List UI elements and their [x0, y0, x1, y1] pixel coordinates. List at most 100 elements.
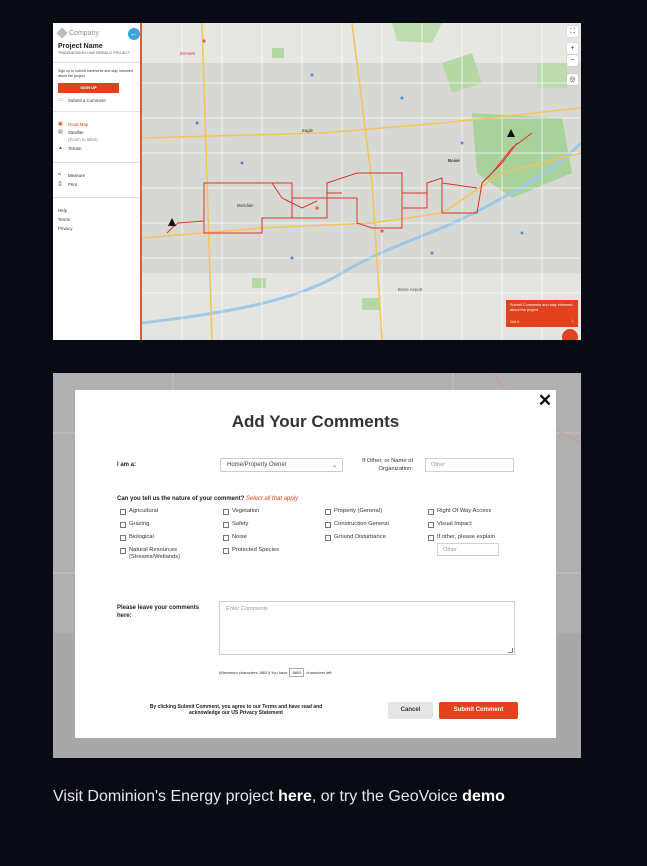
zoom-in-button[interactable]: + [567, 43, 578, 54]
add-comments-modal: ✕ Add Your Comments I am a: Home/Propert… [75, 390, 556, 738]
demo-link[interactable]: demo [462, 788, 505, 805]
cta-button[interactable]: Get It [510, 320, 519, 324]
map-label: Meridian [237, 203, 254, 208]
divider [53, 111, 140, 112]
checkbox[interactable] [223, 548, 229, 554]
checkbox[interactable] [325, 522, 331, 528]
checkbox[interactable] [223, 509, 229, 515]
map-label: Eagle [302, 128, 313, 133]
here-link[interactable]: here [278, 788, 312, 805]
nature-question: Can you tell us the nature of your comme… [117, 496, 298, 502]
checkbox-visual-impact[interactable]: Visual Impact [428, 521, 472, 528]
caption-text: Visit Dominion's Energy project here, or… [53, 788, 505, 806]
other-explain-input[interactable]: Other [437, 543, 499, 556]
checkbox[interactable] [428, 509, 434, 515]
organization-input[interactable]: Other [425, 458, 514, 472]
checkbox[interactable] [325, 509, 331, 515]
zoom-out-button[interactable]: − [567, 55, 578, 66]
i-am-select[interactable]: Home/Property Owner ⌄ [220, 458, 343, 472]
satellite-icon: ▤ [58, 129, 63, 135]
layer-label: Satellite [68, 129, 84, 135]
submit-comment-button[interactable]: Submit Comment [439, 702, 518, 719]
terms-link[interactable]: Terms [58, 217, 70, 222]
locate-icon[interactable]: ◎ [567, 74, 578, 85]
tool-measure[interactable]: ⌗ Measure [58, 172, 85, 178]
character-counter: (Maximum characters: 8800) You have 8800… [219, 668, 333, 677]
signup-prompt: Sign up to submit comments and stay info… [58, 69, 133, 78]
cancel-button[interactable]: Cancel [388, 702, 433, 719]
tool-print[interactable]: ⎙ Print [58, 181, 77, 187]
organization-label: If Other, or Name of Organization: [362, 458, 413, 472]
comment-cta-panel[interactable]: Submit Comments and stay informed about … [506, 300, 578, 327]
nature-question-text: Can you tell us the nature of your comme… [117, 496, 245, 502]
checkbox-right-of-way[interactable]: Right Of Way Access [428, 508, 491, 515]
checkbox-label: Biological [129, 534, 154, 540]
comment-fab-button[interactable] [562, 329, 578, 340]
arrow-left-icon[interactable]: ← [128, 28, 140, 40]
checkbox-construction[interactable]: Construction General [325, 521, 389, 528]
checkbox-label: Natural Resources (Streams/Wetlands) [129, 547, 181, 560]
privacy-link[interactable]: Privacy [58, 226, 72, 231]
layer-label: Road Map [68, 121, 89, 127]
project-subtitle: TRANSMISSION LINE REBUILD PROJECT [58, 51, 131, 55]
help-link[interactable]: Help [58, 208, 67, 213]
i-am-label: I am a: [117, 462, 137, 468]
tool-label: Measure [68, 172, 86, 178]
caption-mid: , or try the GeoVoice [311, 788, 463, 805]
checkbox[interactable] [428, 522, 434, 528]
checkbox-biological[interactable]: Biological [120, 534, 154, 541]
layer-zoom-hint: (Zoom to label) [58, 137, 98, 142]
checkbox[interactable] [428, 535, 434, 541]
checkbox-label: Safety [232, 521, 249, 527]
caption-pre: Visit Dominion's Energy project [53, 788, 279, 805]
comments-textarea[interactable]: Enter Comments [219, 601, 515, 655]
cube-icon [56, 27, 68, 39]
layer-label: (Zoom to label) [68, 137, 98, 142]
checkbox-safety[interactable]: Safety [223, 521, 248, 528]
checkbox-grazing[interactable]: Grazing [120, 521, 149, 528]
checkbox[interactable] [120, 522, 126, 528]
comments-label: Please leave your comments here: [117, 605, 200, 619]
submit-comment-link[interactable]: ▭ Submit a Comment [58, 97, 106, 103]
checkbox-label: Noise [232, 534, 247, 540]
checkbox[interactable] [223, 535, 229, 541]
checkbox-vegetation[interactable]: Vegetation [223, 508, 259, 515]
map-label: Boise Airport [398, 287, 423, 292]
comment-icon: ▭ [58, 97, 63, 103]
chars-count: 8800 [289, 668, 305, 677]
chevron-down-icon: ⌄ [331, 463, 337, 469]
comments-placeholder: Enter Comments [226, 606, 268, 612]
map-label: Emmett [180, 51, 195, 56]
checkbox-natural-resources[interactable]: Natural Resources (Streams/Wetlands) [120, 547, 200, 561]
checkbox-label: Protected Species [232, 547, 280, 553]
logo-text: Company [69, 29, 99, 37]
chars-suffix: characters left. [306, 670, 333, 675]
checkbox-label: Agricultural [129, 508, 158, 514]
checkbox-agricultural[interactable]: Agricultural [120, 508, 158, 515]
map-canvas[interactable]: Emmett Boise Meridian Eagle Boise Airpor… [142, 23, 581, 340]
resize-grip-icon[interactable] [508, 648, 513, 653]
checkbox[interactable] [120, 548, 126, 554]
checkbox[interactable] [223, 522, 229, 528]
checkbox-property-general[interactable]: Property (General) [325, 508, 382, 515]
ruler-icon: ⌗ [58, 172, 61, 178]
fullscreen-icon[interactable]: ⛶ [567, 26, 578, 37]
checkbox-label: Ground Disturbance [334, 534, 386, 540]
layer-road-map[interactable]: ▣ Road Map [58, 121, 88, 127]
nature-hint: Select all that apply [246, 496, 299, 502]
checkbox-ground-disturbance[interactable]: Ground Disturbance [325, 534, 386, 541]
comment-form-screenshot: ✕ Add Your Comments I am a: Home/Propert… [53, 373, 581, 758]
checkbox[interactable] [120, 509, 126, 515]
layer-satellite[interactable]: ▤ Satellite [58, 129, 84, 135]
checkbox[interactable] [120, 535, 126, 541]
checkbox-other[interactable]: If other, please explain [428, 534, 495, 541]
checkbox-noise[interactable]: Noise [223, 534, 247, 541]
checkbox[interactable] [325, 535, 331, 541]
road-map-icon: ▣ [58, 121, 63, 127]
printer-icon: ⎙ [58, 181, 63, 187]
project-sidebar: Company ← Project Name TRANSMISSION LINE… [53, 23, 142, 340]
close-icon[interactable]: ✕ [537, 392, 553, 409]
layer-terrain[interactable]: ▲ Terrain [58, 145, 81, 151]
checkbox-protected-species[interactable]: Protected Species [223, 547, 279, 554]
signup-button[interactable]: SIGN UP [58, 83, 119, 93]
